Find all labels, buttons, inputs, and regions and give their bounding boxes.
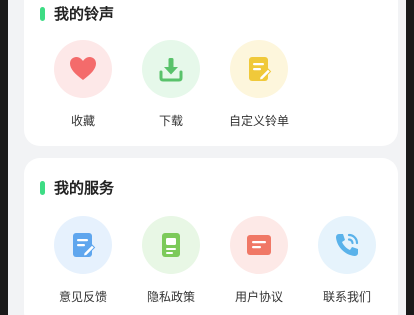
custom-playlist-button[interactable]: 自定义铃单 — [215, 40, 303, 129]
my-services-card: 我的服务 意见反馈 隐私政策 用户协议 联系我们 — [24, 158, 398, 315]
custom-playlist-label: 自定义铃单 — [228, 114, 289, 128]
edit-note-icon — [230, 40, 288, 98]
phone-icon — [318, 216, 376, 274]
screen: 我的铃声 收藏 下载 自定义铃单 我的服务 意见反馈 隐私政策 用户协议 联系我… — [8, 0, 406, 315]
privacy-policy-button[interactable]: 隐私政策 — [127, 216, 215, 305]
user-agreement-label: 用户协议 — [234, 290, 283, 304]
download-button[interactable]: 下载 — [127, 40, 215, 129]
privacy-document-icon — [142, 216, 200, 274]
user-agreement-button[interactable]: 用户协议 — [215, 216, 303, 305]
privacy-policy-label: 隐私政策 — [146, 290, 195, 304]
my-services-title: 我的服务 — [54, 179, 115, 197]
heart-icon — [54, 40, 112, 98]
my-ringtones-grid: 收藏 下载 自定义铃单 — [24, 40, 303, 129]
contact-us-button[interactable]: 联系我们 — [303, 216, 391, 305]
feedback-button[interactable]: 意见反馈 — [39, 216, 127, 305]
my-services-header: 我的服务 — [40, 177, 114, 198]
section-accent-bar — [40, 180, 45, 195]
contact-us-label: 联系我们 — [322, 290, 371, 304]
feedback-icon — [54, 216, 112, 274]
download-label: 下载 — [158, 114, 183, 128]
my-ringtones-header: 我的铃声 — [40, 3, 114, 24]
feedback-label: 意见反馈 — [58, 290, 107, 304]
section-accent-bar — [40, 6, 45, 21]
download-icon — [142, 40, 200, 98]
my-services-grid: 意见反馈 隐私政策 用户协议 联系我们 — [24, 216, 391, 305]
my-ringtones-title: 我的铃声 — [54, 5, 115, 23]
agreement-icon — [230, 216, 288, 274]
favorites-button[interactable]: 收藏 — [39, 40, 127, 129]
my-ringtones-card: 我的铃声 收藏 下载 自定义铃单 — [24, 0, 398, 146]
favorites-label: 收藏 — [70, 114, 95, 128]
